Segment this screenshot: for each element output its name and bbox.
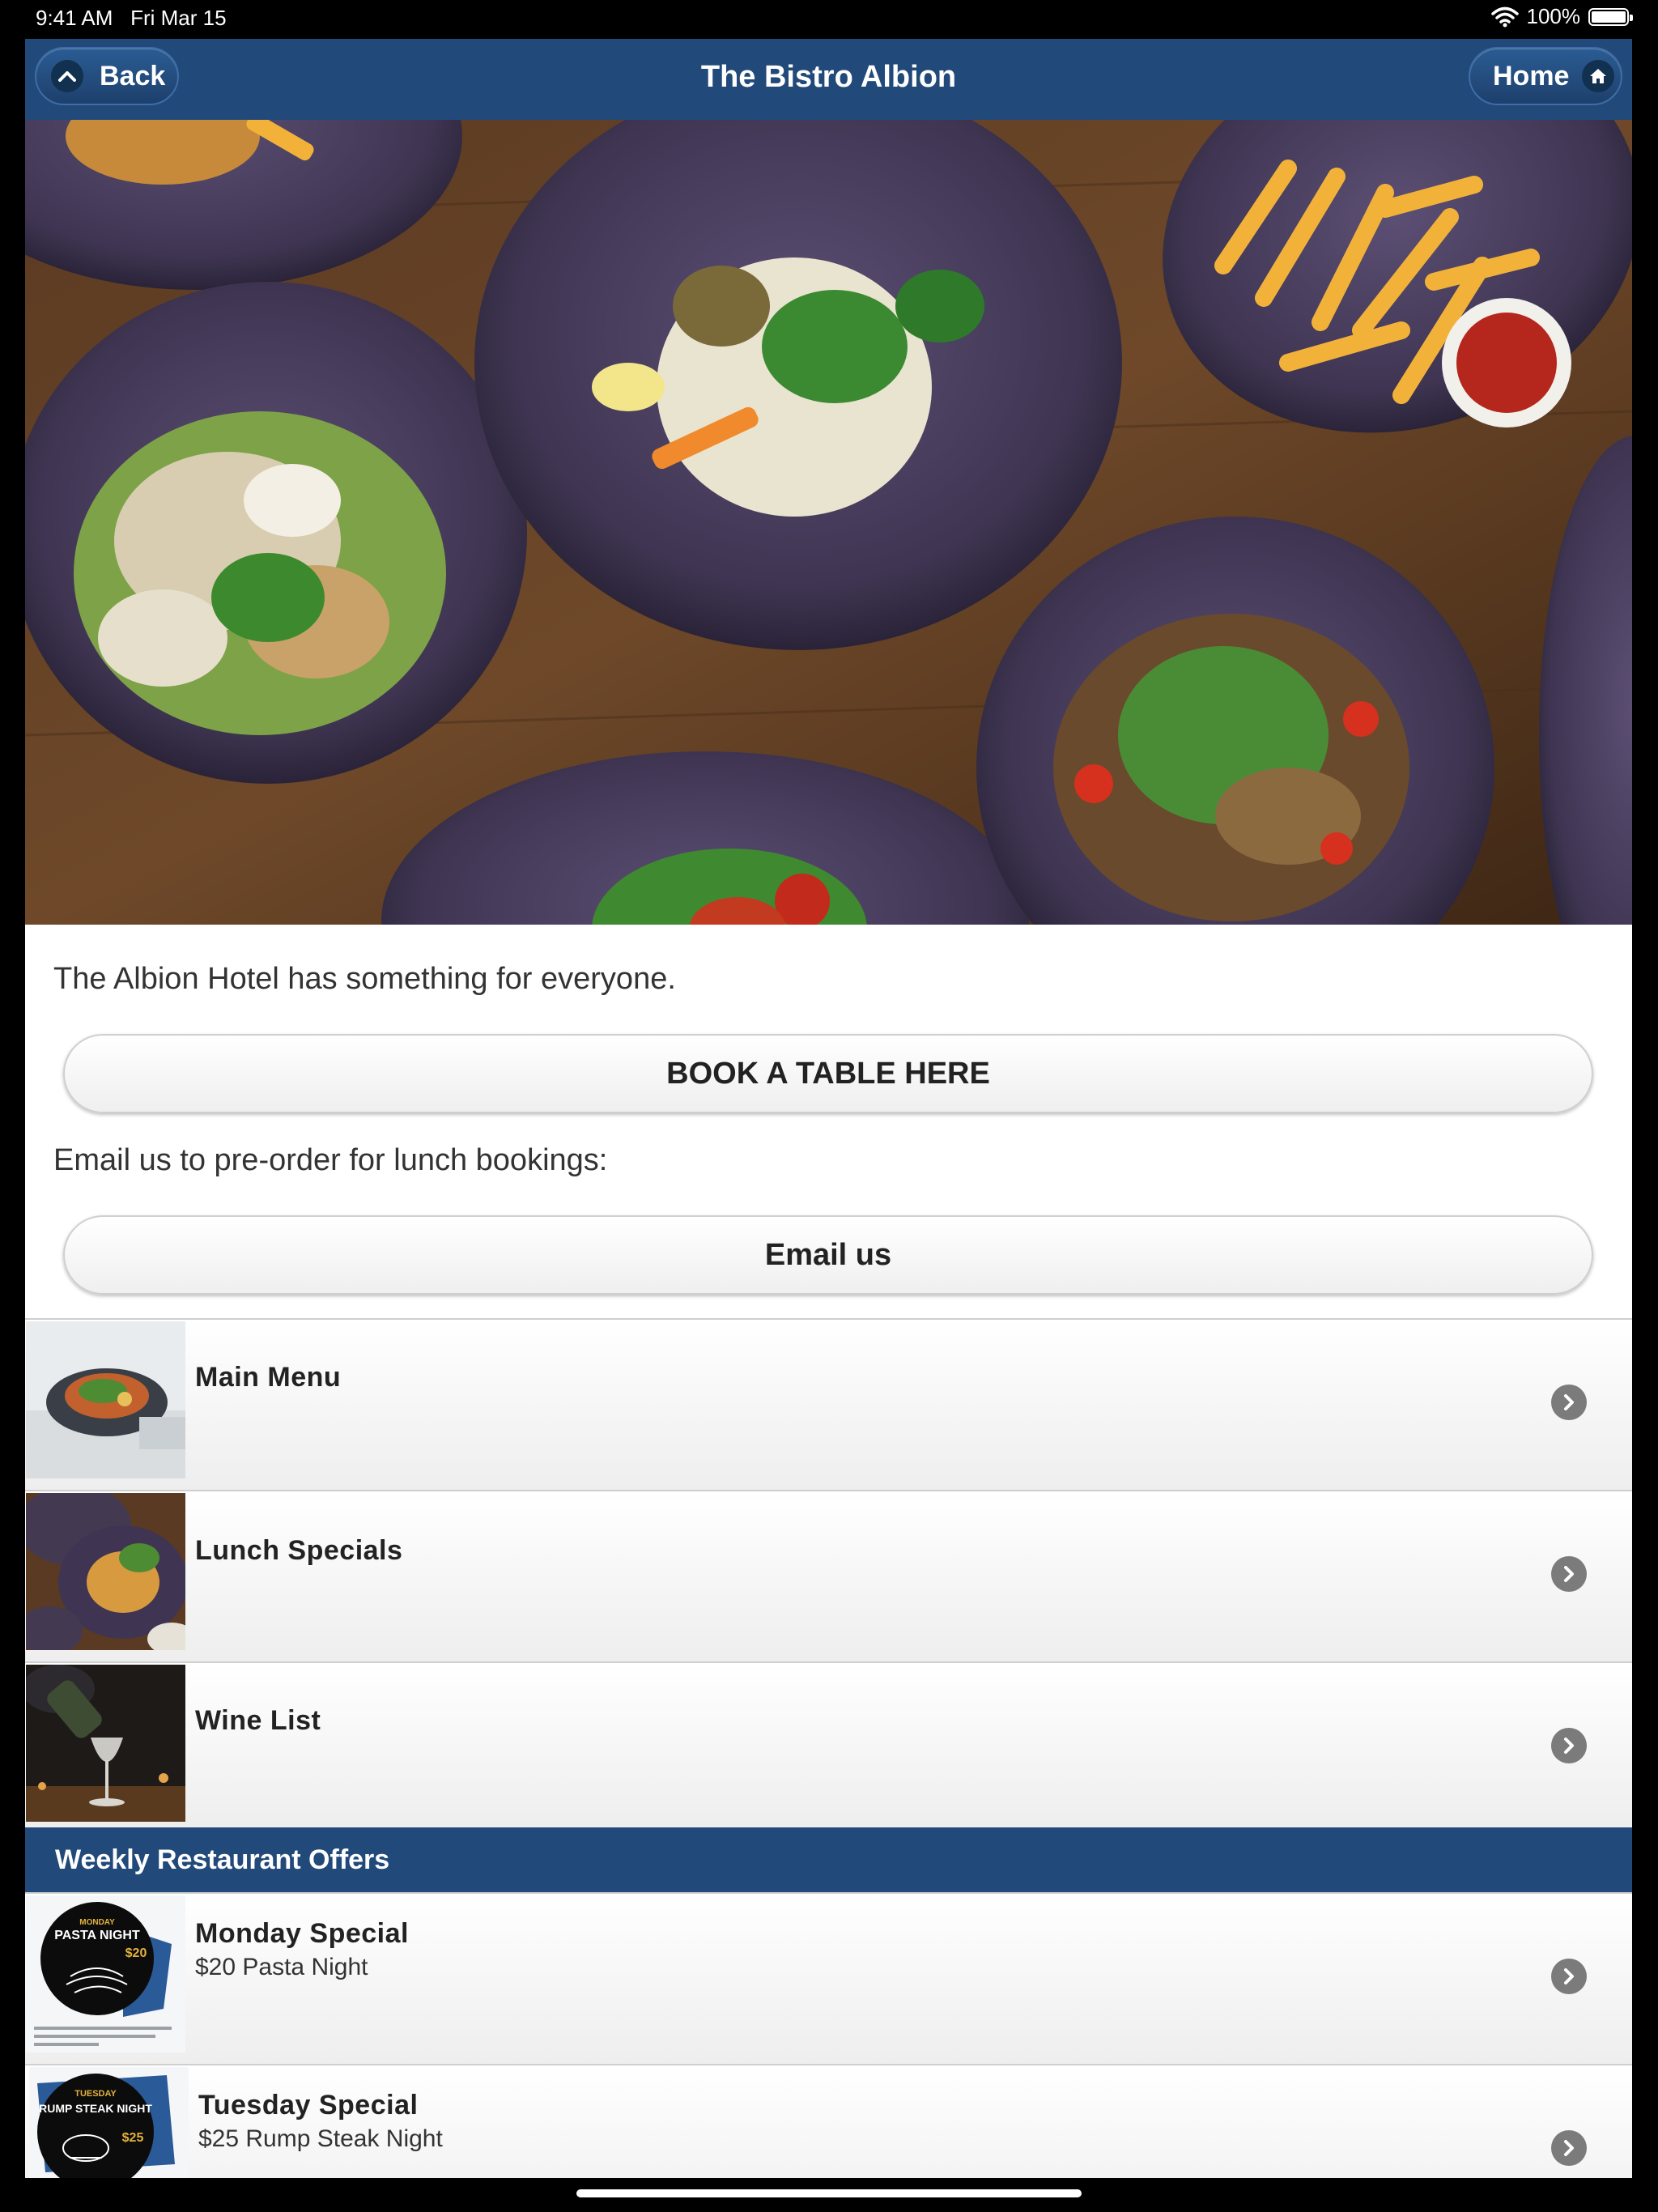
hero-food-photo: [25, 120, 1632, 925]
status-indicators: 100%: [1490, 4, 1633, 29]
tuesday-thumb-price: $25: [122, 2131, 144, 2145]
page-title: The Bistro Albion: [700, 60, 957, 94]
wine-list-thumbnail: [26, 1665, 185, 1822]
intro-text: The Albion Hotel has something for every…: [53, 962, 676, 996]
monday-thumb-title: PASTA NIGHT: [54, 1929, 140, 1942]
tuesday-thumb-title: RUMP STEAK NIGHT: [39, 2102, 152, 2115]
app-screen: Back The Bistro Albion Home The Albion H…: [25, 39, 1632, 2178]
monday-special-title: Monday Special: [195, 1918, 409, 1949]
main-menu-label: Main Menu: [195, 1362, 342, 1393]
battery-icon: [1588, 7, 1633, 26]
tuesday-special-title: Tuesday Special: [198, 2090, 419, 2121]
monday-thumb-price: $20: [125, 1946, 147, 1960]
home-button-label: Home: [1493, 60, 1570, 91]
chevron-right-icon: [1551, 1556, 1587, 1592]
battery-percent: 100%: [1526, 4, 1581, 28]
monday-thumb-day: MONDAY: [79, 1918, 115, 1927]
home-indicator[interactable]: [576, 2189, 1082, 2197]
list-item-lunch-specials[interactable]: Lunch Specials: [25, 1490, 1632, 1661]
navigation-bar: Back The Bistro Albion Home: [25, 39, 1632, 121]
tuesday-thumb-day: TUESDAY: [74, 2089, 117, 2099]
lunch-specials-thumbnail: [26, 1493, 185, 1650]
home-icon: [1582, 60, 1615, 92]
weekly-offers-header: Weekly Restaurant Offers: [25, 1827, 1632, 1892]
email-prompt-text: Email us to pre-order for lunch bookings…: [53, 1143, 608, 1177]
email-us-button[interactable]: Email us: [63, 1215, 1593, 1295]
list-item-main-menu[interactable]: Main Menu: [25, 1318, 1632, 1490]
chevron-right-icon: [1551, 2130, 1587, 2166]
status-time: 9:41 AM Fri Mar 15: [36, 6, 227, 30]
status-bar: 9:41 AM Fri Mar 15 100%: [0, 0, 1658, 39]
home-button[interactable]: Home: [1469, 47, 1622, 105]
tuesday-special-thumbnail: TUESDAY RUMP STEAK NIGHT $25: [29, 2067, 189, 2178]
chevron-right-icon: [1551, 1385, 1587, 1420]
list-item-tuesday-special[interactable]: TUESDAY RUMP STEAK NIGHT $25 Tuesday Spe…: [25, 2064, 1632, 2178]
chevron-right-icon: [1551, 1728, 1587, 1763]
tuesday-special-subtitle: $25 Rump Steak Night: [198, 2125, 443, 2152]
monday-special-subtitle: $20 Pasta Night: [195, 1954, 368, 1980]
wine-list-label: Wine List: [195, 1705, 321, 1736]
book-table-button[interactable]: BOOK A TABLE HERE: [63, 1034, 1593, 1113]
list-item-monday-special[interactable]: MONDAY PASTA NIGHT $20 Monday Special $2…: [25, 1892, 1632, 2064]
monday-special-thumbnail: MONDAY PASTA NIGHT $20: [26, 1895, 185, 2052]
main-menu-thumbnail: [26, 1321, 185, 1478]
lunch-specials-label: Lunch Specials: [195, 1535, 403, 1566]
list-item-wine-list[interactable]: Wine List: [25, 1661, 1632, 1827]
chevron-right-icon: [1551, 1959, 1587, 1994]
wifi-icon: [1490, 6, 1519, 27]
